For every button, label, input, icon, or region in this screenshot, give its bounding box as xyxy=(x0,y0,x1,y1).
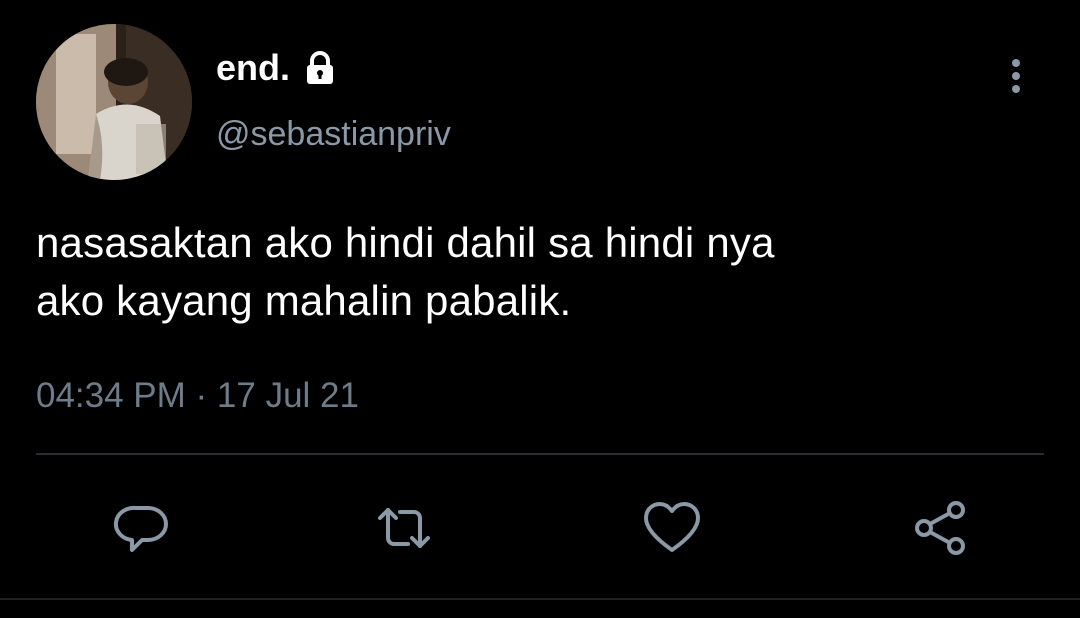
divider xyxy=(36,453,1044,455)
tweet-timestamp[interactable]: 04:34 PM · 17 Jul 21 xyxy=(36,374,359,418)
more-options-button[interactable] xyxy=(1000,52,1032,100)
user-handle[interactable]: @sebastianpriv xyxy=(216,112,451,156)
like-button[interactable] xyxy=(640,496,704,560)
display-name-text: end. xyxy=(216,47,291,88)
vertical-ellipsis-icon xyxy=(1012,59,1020,93)
retweet-button[interactable] xyxy=(372,496,436,560)
display-name[interactable]: end. xyxy=(216,46,338,90)
tweet-text: nasasaktan ako hindi dahil sa hindi nya … xyxy=(36,214,1036,330)
share-icon xyxy=(915,501,965,555)
share-button[interactable] xyxy=(908,496,972,560)
tweet-text-line: ako kayang mahalin pabalik. xyxy=(36,277,572,324)
bottom-divider xyxy=(0,598,1080,600)
heart-icon xyxy=(644,502,700,552)
tweet-text-line: nasasaktan ako hindi dahil sa hindi nya xyxy=(36,219,775,266)
avatar[interactable] xyxy=(36,24,192,180)
retweet-icon xyxy=(378,508,430,548)
lock-icon xyxy=(302,50,338,86)
tweet-detail: end. @sebastianpriv nasasaktan ako hindi… xyxy=(0,0,1080,618)
reply-button[interactable] xyxy=(110,496,174,560)
avatar-photo xyxy=(36,24,192,180)
reply-icon xyxy=(113,505,168,552)
